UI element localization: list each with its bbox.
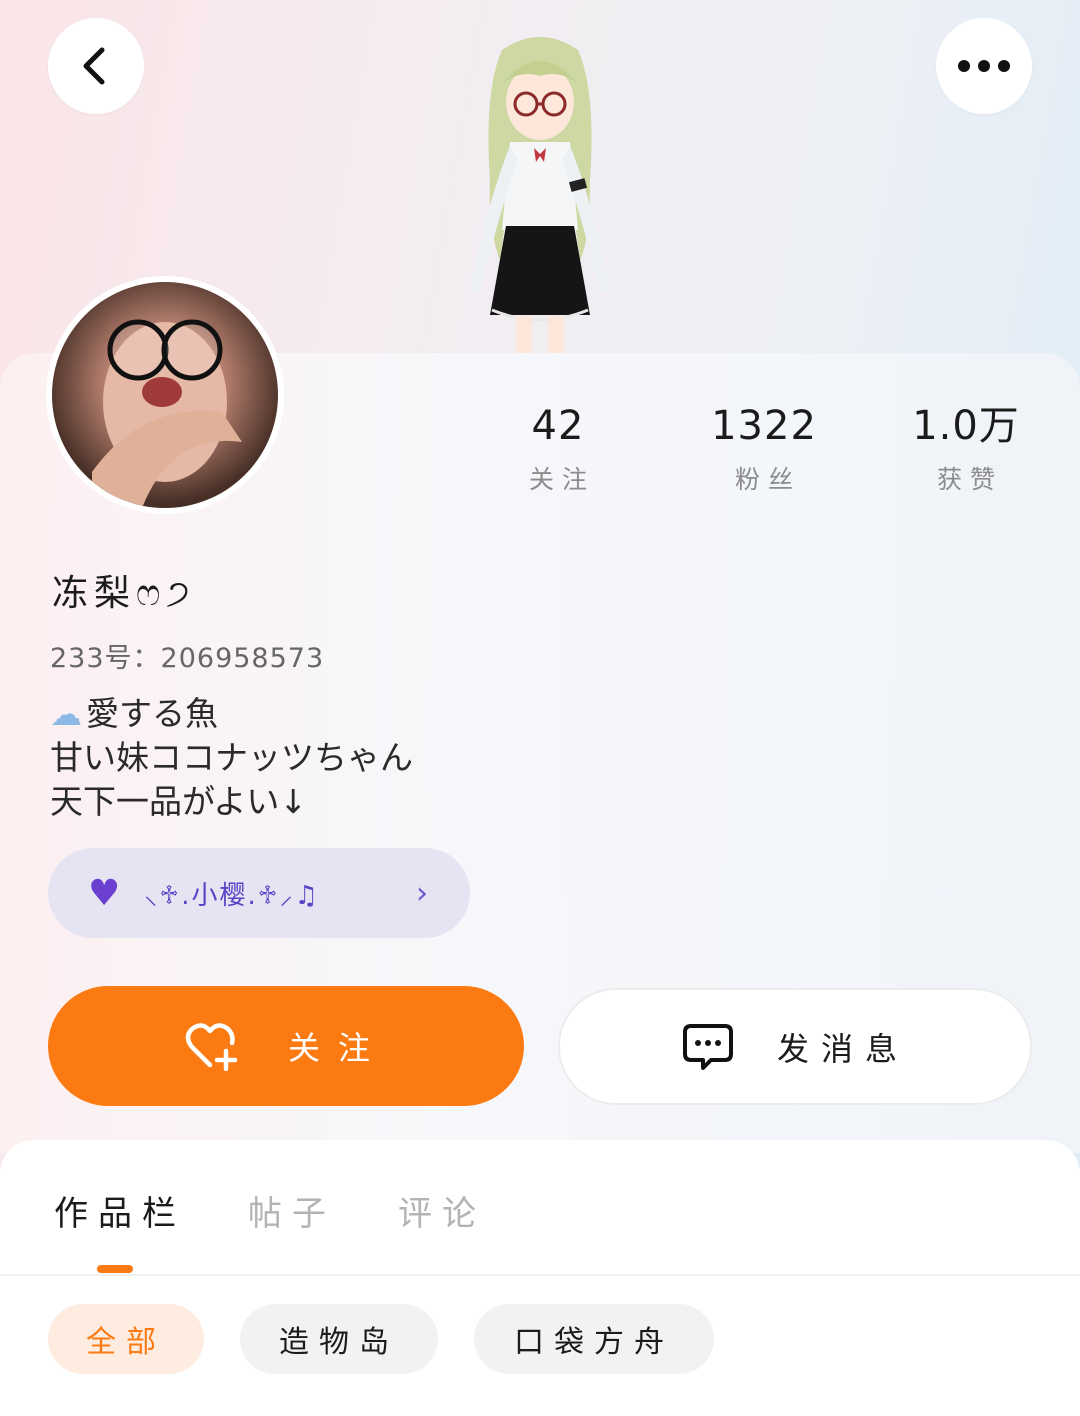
rain-cloud-icon: ☁ — [50, 695, 82, 733]
follow-button[interactable]: 关注 — [48, 986, 524, 1106]
stat-fans-value: 1322 — [711, 403, 817, 449]
stat-likes[interactable]: 1.0万 获赞 — [886, 400, 1046, 496]
user-id[interactable]: 233号：206958573 — [50, 636, 324, 675]
nickname: 冻梨ෆ੭ — [52, 573, 196, 614]
stat-following[interactable]: 42 关注 — [478, 400, 638, 496]
more-dots-icon — [958, 60, 1010, 72]
back-button[interactable] — [48, 18, 144, 114]
fan-group-name: ⸜♱.小樱.♱⸝♫ — [144, 880, 320, 911]
avatar-character-image — [470, 37, 610, 355]
bio: ☁ 愛する魚 甘い妹ココナッツちゃん 天下一品がよい↓ — [50, 692, 413, 824]
chat-bubble-icon — [682, 1023, 733, 1070]
stat-following-value: 42 — [531, 403, 585, 449]
avatar-photo — [52, 282, 278, 508]
stat-likes-label: 获赞 — [936, 465, 1003, 494]
avatar[interactable] — [46, 276, 284, 514]
heart-plus-icon — [185, 1023, 238, 1071]
heart-icon: ♥ — [88, 872, 121, 914]
follow-button-label: 关注 — [287, 1029, 388, 1067]
tab-posts[interactable]: 帖子 — [248, 1186, 336, 1235]
stat-likes-value: 1.0万 — [912, 403, 1020, 449]
chevron-left-icon — [83, 47, 105, 85]
stat-fans-label: 粉丝 — [734, 465, 801, 494]
fan-group-badge[interactable]: ♥ ⸜♱.小樱.♱⸝♫ › — [48, 848, 470, 938]
filter-chip-all[interactable]: 全部 — [48, 1304, 204, 1374]
chevron-right-icon: › — [416, 875, 428, 911]
bio-line: 甘い妹ココナッツちゃん — [50, 736, 413, 780]
message-button-label: 发消息 — [776, 1029, 909, 1068]
tab-comments[interactable]: 评论 — [398, 1186, 486, 1235]
bio-line: ☁ 愛する魚 — [50, 692, 413, 736]
bio-line-text: 天下一品がよい↓ — [50, 782, 308, 821]
bio-line-text: 愛する魚 — [86, 694, 218, 733]
more-button[interactable] — [936, 18, 1032, 114]
active-tab-indicator — [97, 1265, 133, 1273]
bio-line: 天下一品がよい↓ — [50, 780, 413, 824]
bio-line-text: 甘い妹ココナッツちゃん — [50, 738, 413, 777]
content-panel — [0, 1140, 1080, 1416]
message-button[interactable]: 发消息 — [558, 988, 1032, 1105]
divider — [0, 1274, 1080, 1276]
filter-chip-creation-island[interactable]: 造物岛 — [240, 1304, 438, 1374]
stat-fans[interactable]: 1322 粉丝 — [684, 400, 844, 496]
tab-works[interactable]: 作品栏 — [54, 1186, 186, 1235]
filter-chip-pocket-ark[interactable]: 口袋方舟 — [474, 1304, 714, 1374]
stat-following-label: 关注 — [528, 465, 595, 494]
